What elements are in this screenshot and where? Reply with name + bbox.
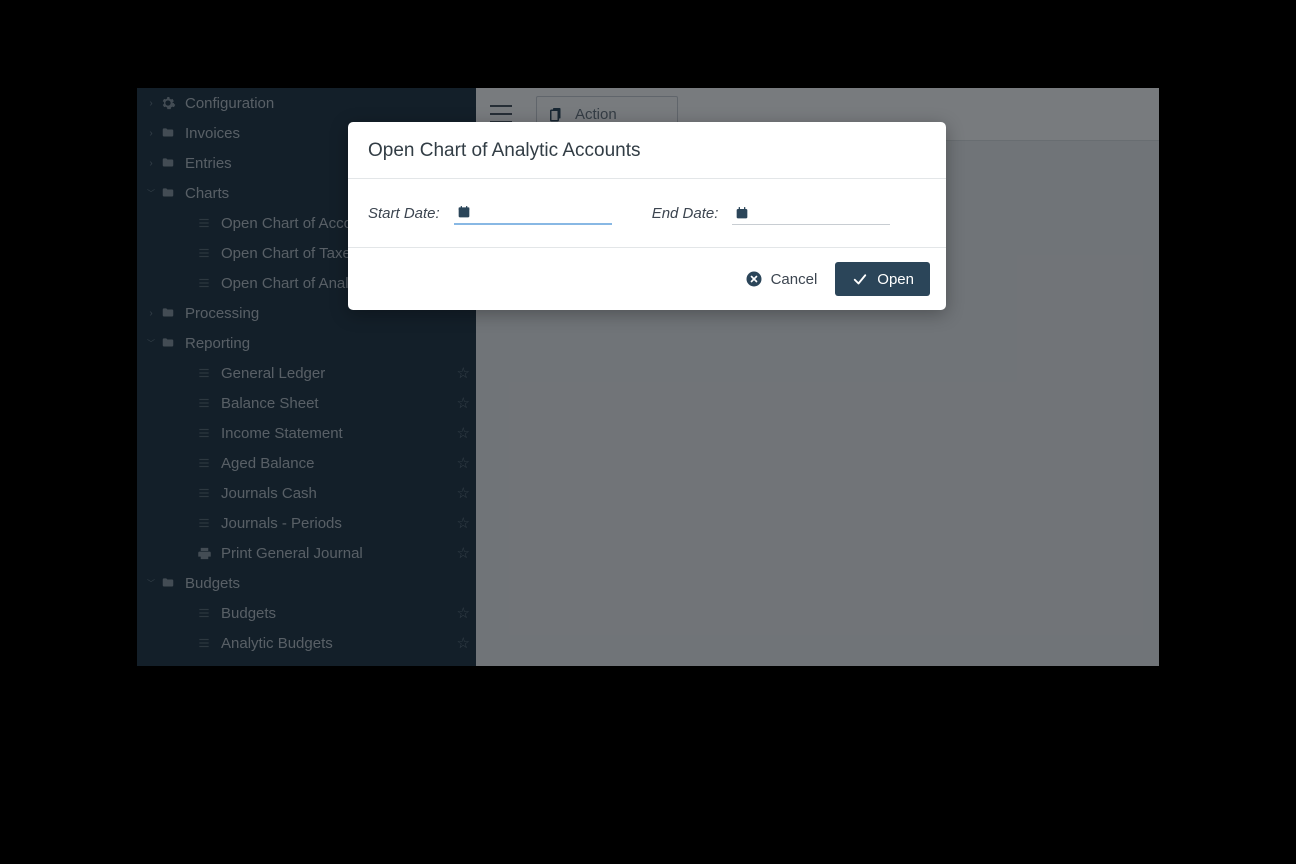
calendar-icon — [734, 205, 750, 221]
close-circle-icon — [744, 269, 764, 289]
open-label: Open — [877, 271, 914, 288]
modal-body: Start Date: End Date: — [348, 179, 946, 248]
modal-footer: Cancel Open — [348, 248, 946, 310]
end-date-field: End Date: — [652, 201, 891, 225]
open-button[interactable]: Open — [835, 262, 930, 296]
open-chart-analytic-modal: Open Chart of Analytic Accounts Start Da… — [348, 122, 946, 310]
start-date-field: Start Date: — [368, 201, 612, 225]
start-date-input[interactable] — [454, 201, 612, 225]
end-date-label: End Date: — [652, 205, 719, 222]
check-icon — [851, 270, 869, 288]
end-date-input[interactable] — [732, 201, 890, 225]
cancel-button[interactable]: Cancel — [744, 269, 818, 289]
cancel-label: Cancel — [771, 271, 818, 288]
modal-title: Open Chart of Analytic Accounts — [348, 122, 946, 179]
app-frame: ›Configuration›Invoices›Entries﹀ChartsOp… — [137, 88, 1159, 666]
calendar-icon — [456, 204, 472, 220]
start-date-label: Start Date: — [368, 205, 440, 222]
